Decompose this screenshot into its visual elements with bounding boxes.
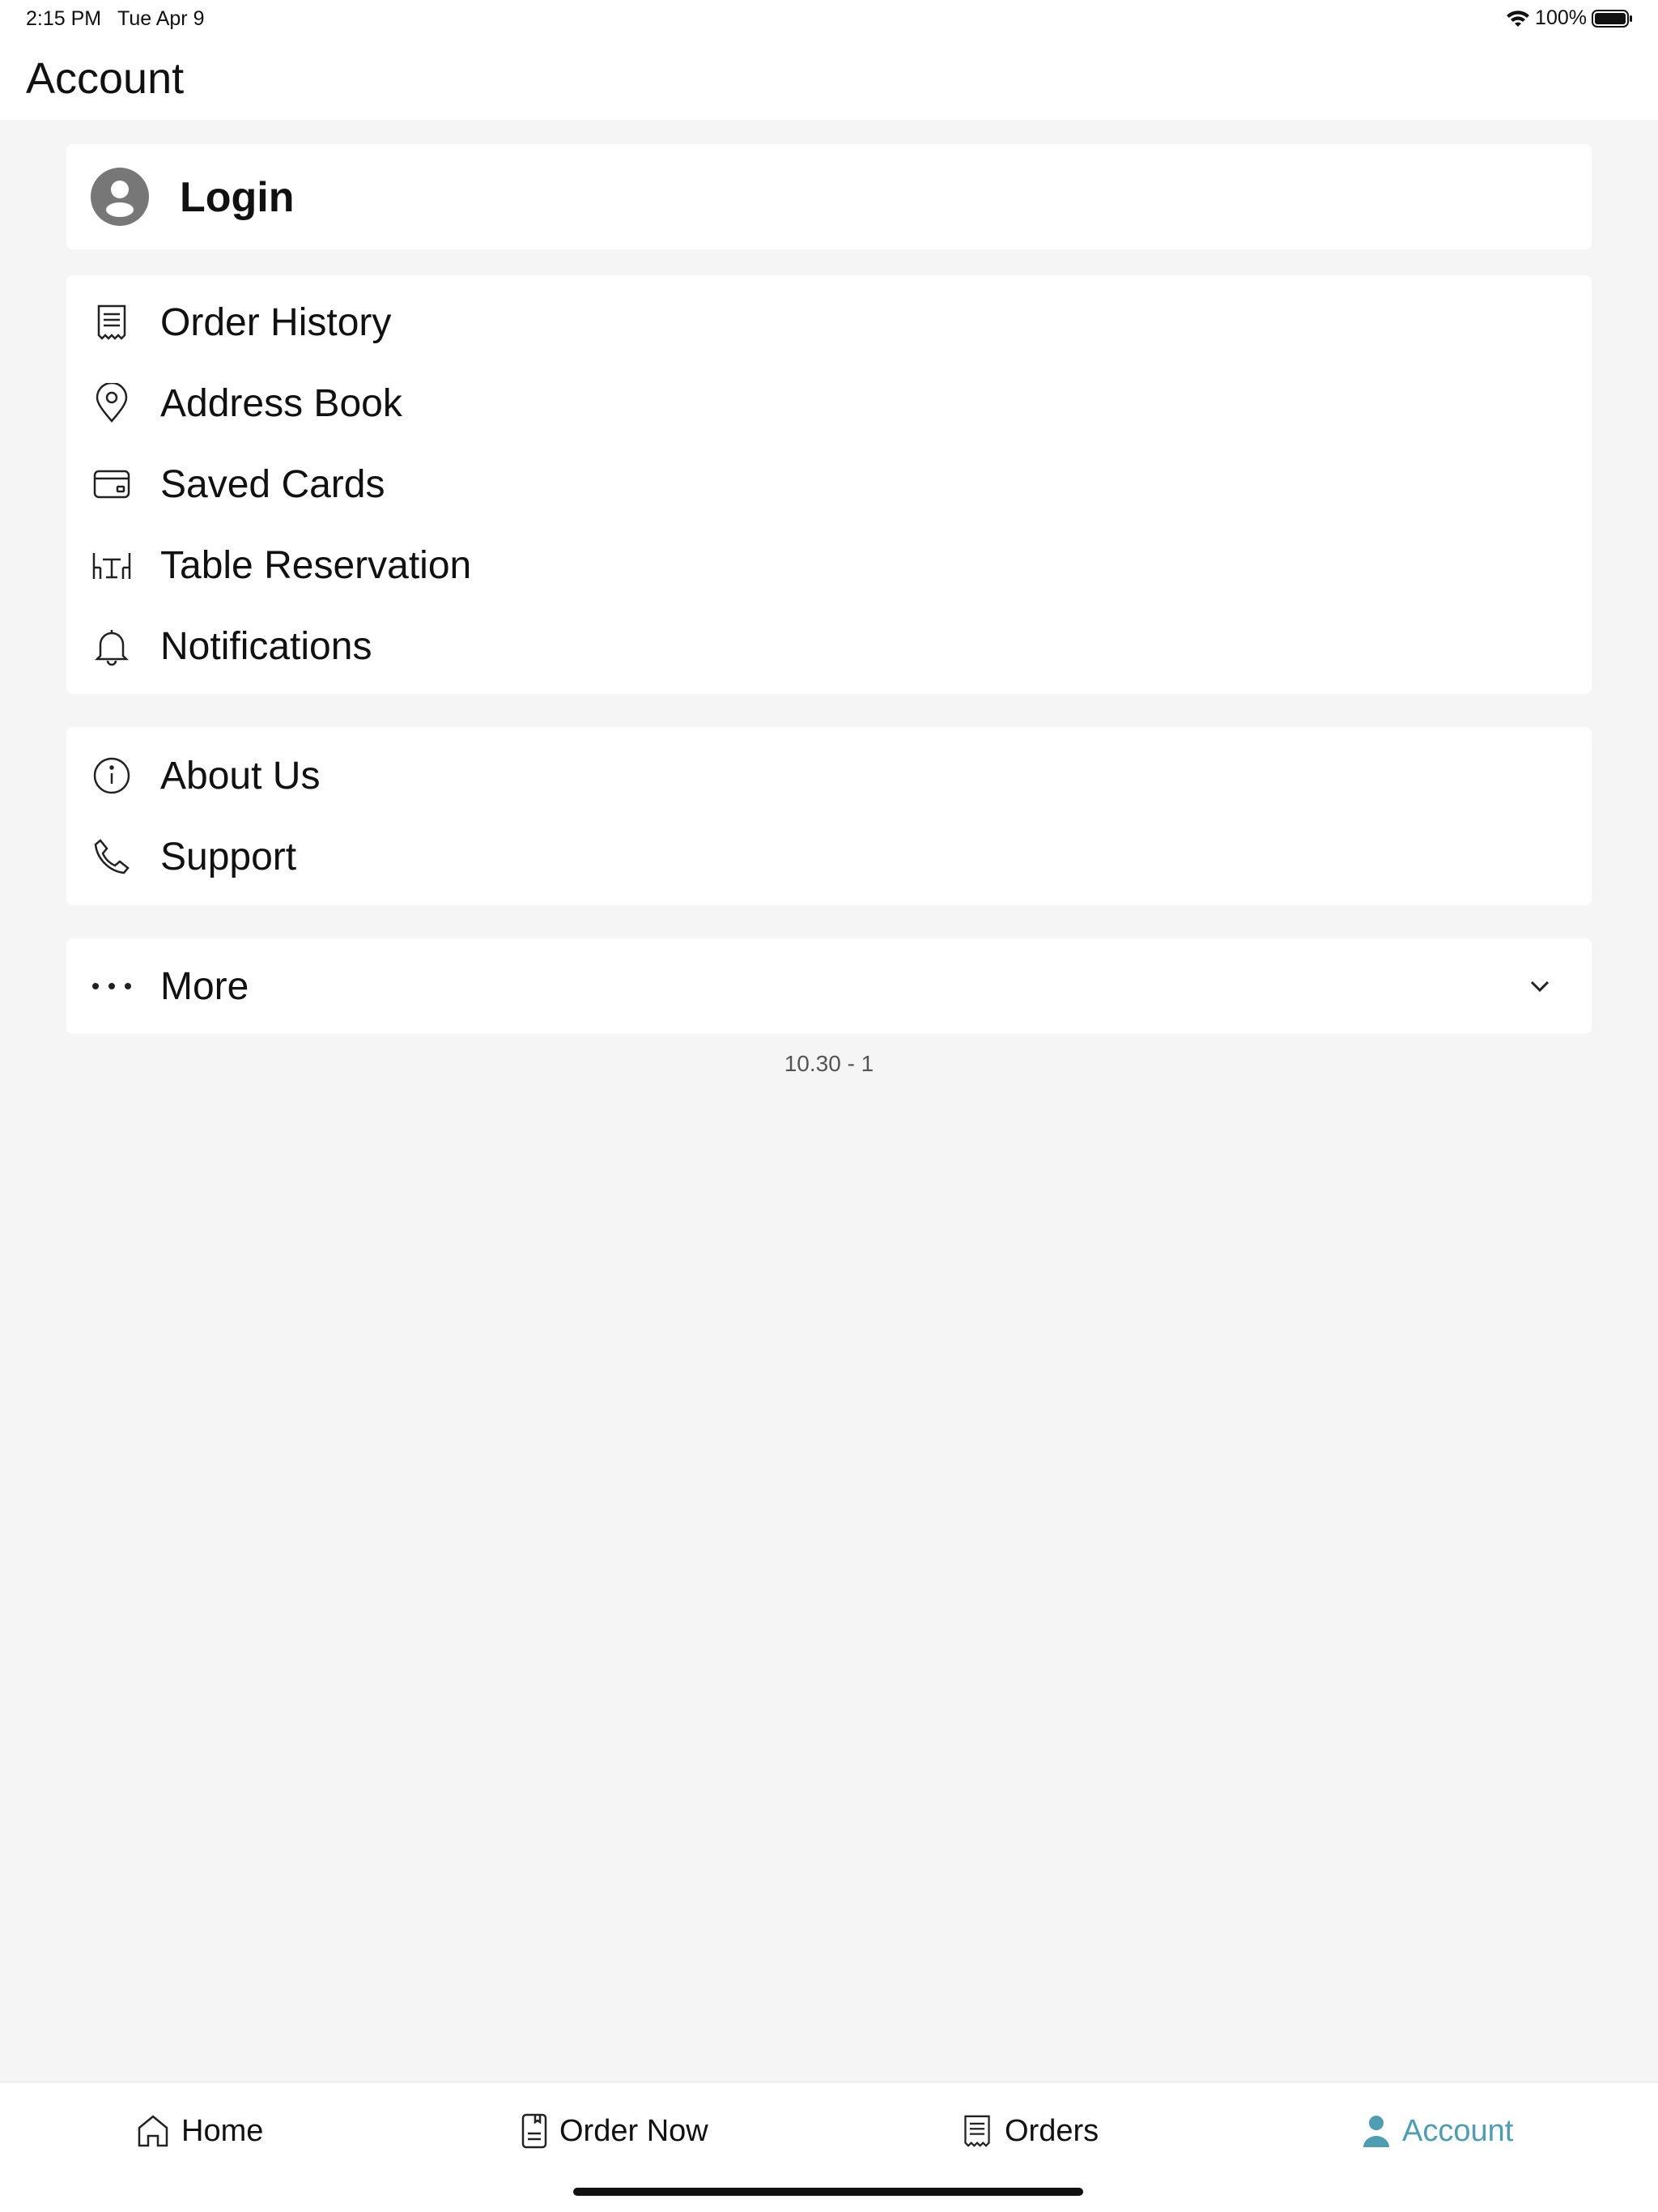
- avatar-icon: [91, 168, 149, 226]
- more-card[interactable]: More: [66, 938, 1592, 1034]
- menu-item-label: More: [160, 964, 249, 1008]
- menu-item-address-book[interactable]: Address Book: [66, 363, 1592, 444]
- status-bar: 2:15 PM Tue Apr 9 100%: [0, 0, 1658, 39]
- menu-item-notifications[interactable]: Notifications: [66, 606, 1592, 687]
- bell-icon: [91, 625, 133, 667]
- info-icon: [91, 755, 133, 797]
- status-date: Tue Apr 9: [117, 7, 205, 30]
- menu-item-label: Table Reservation: [160, 543, 472, 587]
- menu-item-label: Support: [160, 835, 297, 878]
- location-pin-icon: [91, 382, 133, 424]
- page-title: Account: [26, 54, 185, 103]
- tab-label: Account: [1402, 2113, 1514, 2148]
- tab-account[interactable]: Account: [1362, 2107, 1513, 2155]
- status-right: 100%: [1506, 6, 1634, 30]
- home-indicator[interactable]: [573, 2188, 1083, 2196]
- wifi-icon: [1507, 10, 1530, 27]
- info-menu: About Us Support: [66, 727, 1592, 905]
- tab-order-now[interactable]: Order Now: [521, 2107, 708, 2155]
- app-version: 10.30 - 1: [784, 1051, 874, 1076]
- account-menu: Order History Address Book Saved Cards T…: [66, 275, 1592, 694]
- tab-label: Order Now: [559, 2113, 708, 2148]
- home-icon: [138, 2115, 168, 2147]
- dining-table-icon: [91, 544, 133, 586]
- login-card[interactable]: Login: [66, 144, 1592, 249]
- menu-item-support[interactable]: Support: [66, 816, 1592, 897]
- menu-item-label: Saved Cards: [160, 462, 385, 506]
- tab-home[interactable]: Home: [136, 2107, 263, 2155]
- battery-percent: 100%: [1535, 6, 1587, 29]
- menu-item-label: About Us: [160, 754, 321, 798]
- menu-item-more[interactable]: More: [66, 946, 1592, 1027]
- menu-item-table-reservation[interactable]: Table Reservation: [66, 525, 1592, 606]
- credit-card-icon: [91, 463, 133, 505]
- menu-book-icon: [521, 2113, 547, 2149]
- chevron-down-icon: [1530, 981, 1550, 993]
- tab-label: Orders: [1005, 2113, 1099, 2148]
- menu-item-order-history[interactable]: Order History: [66, 282, 1592, 363]
- receipt-icon: [91, 301, 133, 343]
- status-time: 2:15 PM: [26, 7, 102, 30]
- tab-orders[interactable]: Orders: [961, 2107, 1099, 2155]
- tab-label: Home: [181, 2113, 264, 2148]
- menu-item-label: Address Book: [160, 381, 402, 425]
- menu-item-label: Order History: [160, 300, 392, 344]
- menu-item-about-us[interactable]: About Us: [66, 735, 1592, 816]
- login-label: Login: [180, 174, 295, 221]
- receipt-icon: [964, 2115, 990, 2147]
- menu-item-label: Notifications: [160, 624, 372, 668]
- menu-item-saved-cards[interactable]: Saved Cards: [66, 444, 1592, 525]
- battery-icon: [1592, 9, 1632, 28]
- phone-icon: [91, 836, 133, 878]
- ellipsis-icon: [91, 965, 133, 1007]
- page-header: Account: [0, 39, 1658, 120]
- person-icon: [1363, 2116, 1389, 2147]
